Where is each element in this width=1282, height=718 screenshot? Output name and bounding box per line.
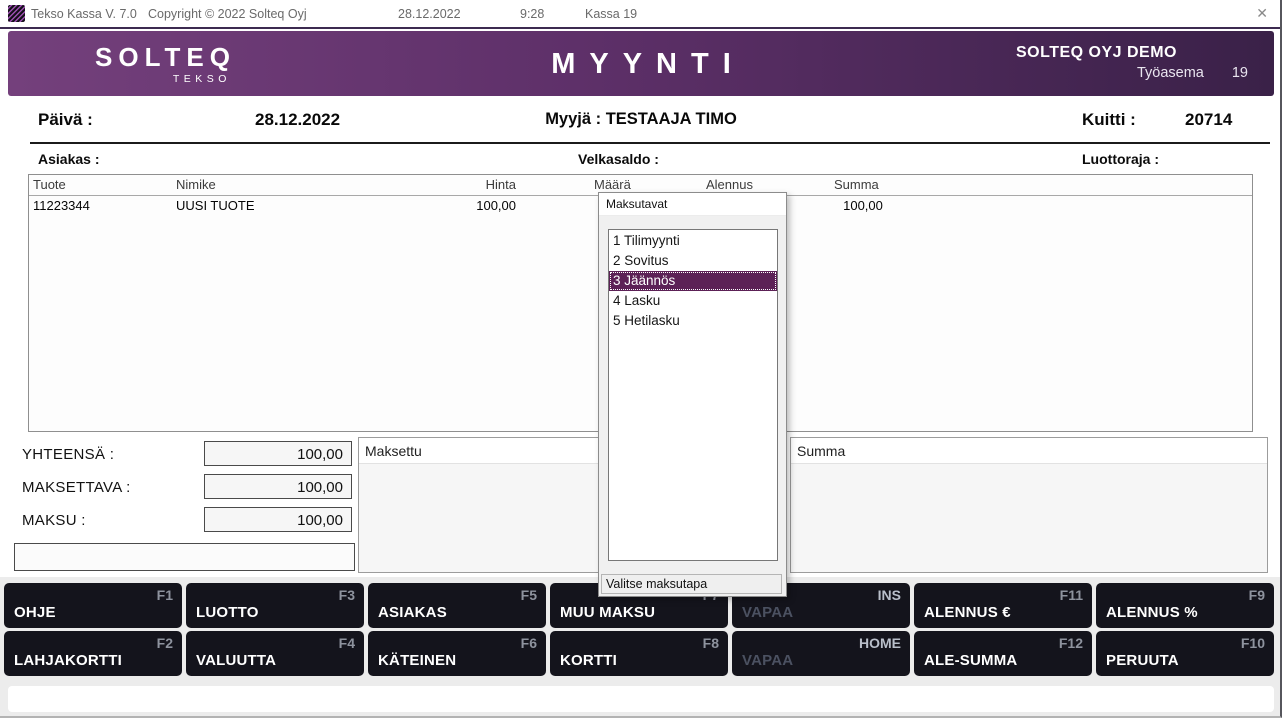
titlebar-date: 28.12.2022 (398, 7, 461, 21)
fn-key-label: F3 (339, 587, 355, 603)
payment-method-dialog: Maksutavat 1 Tilimyynti 2 Sovitus 3 Jään… (598, 192, 787, 597)
fn-key-label: F12 (1059, 635, 1083, 651)
workstation-line: Työasema 19 (1016, 65, 1274, 81)
payment-label: MAKSU : (22, 512, 86, 529)
cell-product: 11223344 (33, 198, 90, 213)
fn-button-peruuta[interactable]: PERUUTA F10 (1096, 631, 1274, 676)
col-header-product: Tuote (33, 177, 66, 192)
col-header-name: Nimike (176, 177, 216, 192)
col-header-discount: Alennus (706, 177, 753, 192)
sum-panel: Summa (790, 437, 1268, 573)
cell-total: 100,00 (829, 198, 897, 213)
fn-button-label: ALE-SUMMA (924, 652, 1017, 669)
fn-button-ale-summa[interactable]: ALE-SUMMA F12 (914, 631, 1092, 676)
fn-button-label: LUOTTO (196, 604, 259, 621)
dialog-titlebar[interactable]: Maksutavat (599, 193, 786, 216)
payable-label: MAKSETTAVA : (22, 479, 131, 496)
fn-button-valuutta[interactable]: VALUUTTA F4 (186, 631, 364, 676)
amount-entry-field[interactable] (14, 543, 355, 571)
fn-button-asiakas[interactable]: ASIAKAS F5 (368, 583, 546, 628)
fn-button-label: VAPAA (742, 604, 793, 621)
list-item-hetilasku[interactable]: 5 Hetilasku (609, 311, 777, 331)
receipt-number: 20714 (1185, 110, 1232, 130)
fn-button-label: KORTTI (560, 652, 617, 669)
fn-key-label: F8 (703, 635, 719, 651)
fn-key-label: INS (878, 587, 901, 603)
payment-method-listbox: 1 Tilimyynti 2 Sovitus 3 Jäännös 4 Lasku… (608, 229, 778, 561)
close-icon[interactable]: ✕ (1256, 5, 1268, 22)
col-header-total: Summa (834, 177, 879, 192)
fn-button-luotto[interactable]: LUOTTO F3 (186, 583, 364, 628)
col-header-quantity: Määrä (594, 177, 631, 192)
workstation-number: 19 (1232, 65, 1248, 81)
seller-label: Myyjä : (545, 110, 601, 128)
fn-button-kortti[interactable]: KORTTI F8 (550, 631, 728, 676)
fn-button-label: ALENNUS % (1106, 604, 1198, 621)
list-item-lasku[interactable]: 4 Lasku (609, 291, 777, 311)
fn-key-label: F10 (1241, 635, 1265, 651)
fn-button-label: ASIAKAS (378, 604, 447, 621)
fn-button-lahjakortti[interactable]: LAHJAKORTTI F2 (4, 631, 182, 676)
fn-button-label: OHJE (14, 604, 56, 621)
debt-label: Velkasaldo : (578, 151, 659, 167)
receipt-label: Kuitti : (1082, 110, 1136, 130)
list-item-tilimyynti[interactable]: 1 Tilimyynti (609, 231, 777, 251)
fn-button-alennus-pct[interactable]: ALENNUS % F9 (1096, 583, 1274, 628)
cell-name: UUSI TUOTE (176, 198, 255, 213)
window-titlebar: Tekso Kassa V. 7.0 Copyright © 2022 Solt… (0, 0, 1280, 29)
dialog-status-text: Valitse maksutapa (601, 574, 782, 594)
sum-panel-title: Summa (791, 438, 1267, 464)
list-item-jaannos[interactable]: 3 Jäännös (609, 271, 777, 291)
total-label: YHTEENSÄ : (22, 446, 114, 463)
fn-button-label: KÄTEINEN (378, 652, 456, 669)
fn-button-alennus-eur[interactable]: ALENNUS € F11 (914, 583, 1092, 628)
fn-key-label: F2 (157, 635, 173, 651)
fn-button-label: MUU MAKSU (560, 604, 655, 621)
fn-button-vapaa-2: VAPAA HOME (732, 631, 910, 676)
fn-button-kateinen[interactable]: KÄTEINEN F6 (368, 631, 546, 676)
titlebar-time: 9:28 (520, 7, 544, 21)
seller-name: TESTAAJA TIMO (606, 110, 737, 128)
info-separator (30, 142, 1270, 144)
app-window: Tekso Kassa V. 7.0 Copyright © 2022 Solt… (0, 0, 1282, 718)
credit-limit-label: Luottoraja : (1082, 151, 1159, 167)
payable-value-field[interactable]: 100,00 (204, 474, 352, 499)
fn-button-label: VALUUTTA (196, 652, 276, 669)
cell-price: 100,00 (389, 198, 516, 213)
company-name: SOLTEQ OYJ DEMO (1016, 44, 1274, 62)
app-icon (8, 5, 25, 22)
fn-button-label: PERUUTA (1106, 652, 1179, 669)
fn-key-label: F6 (521, 635, 537, 651)
bottom-status-strip (8, 686, 1274, 712)
brand-header: SOLTEQ TEKSO MYYNTI SOLTEQ OYJ DEMO Työa… (8, 31, 1274, 96)
brand-right-block: SOLTEQ OYJ DEMO Työasema 19 (1016, 44, 1274, 81)
fn-key-label: F5 (521, 587, 537, 603)
col-header-price: Hinta (389, 177, 516, 192)
fn-button-ohje[interactable]: OHJE F1 (4, 583, 182, 628)
payment-value-field[interactable]: 100,00 (204, 507, 352, 532)
total-value-field[interactable]: 100,00 (204, 441, 352, 466)
customer-label: Asiakas : (38, 151, 99, 167)
copyright-text: Copyright © 2022 Solteq Oyj (148, 7, 307, 21)
fn-button-label: LAHJAKORTTI (14, 652, 122, 669)
app-title: Tekso Kassa V. 7.0 (31, 7, 137, 21)
fn-key-label: F11 (1060, 587, 1083, 603)
titlebar-register: Kassa 19 (585, 7, 637, 21)
fn-key-label: HOME (859, 635, 901, 651)
fn-button-label: VAPAA (742, 652, 793, 669)
fn-button-label: ALENNUS € (924, 604, 1011, 621)
list-item-sovitus[interactable]: 2 Sovitus (609, 251, 777, 271)
fn-key-label: F9 (1249, 587, 1265, 603)
fn-key-label: F4 (339, 635, 355, 651)
workstation-label: Työasema (1137, 65, 1204, 81)
fn-key-label: F1 (157, 587, 173, 603)
